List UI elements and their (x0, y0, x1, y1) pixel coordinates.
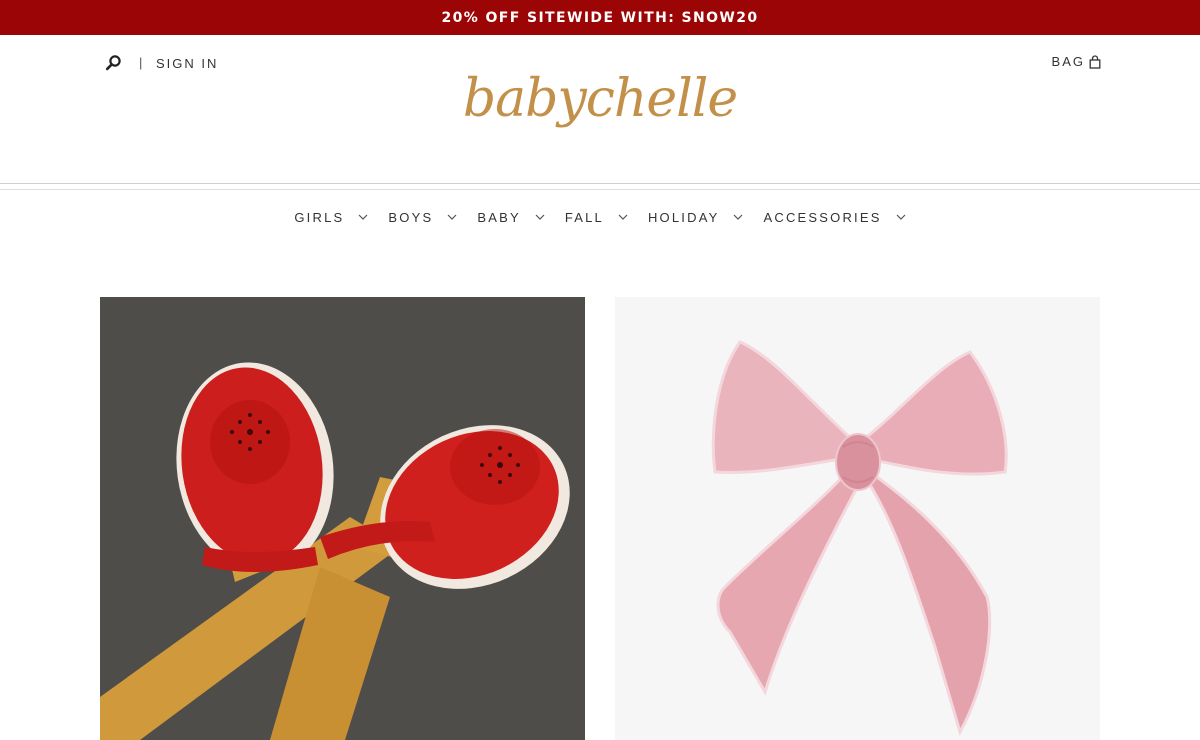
nav-item-baby[interactable]: BABY (477, 209, 545, 225)
nav-item-label: ACCESSORIES (763, 209, 882, 225)
nav-item-accessories[interactable]: ACCESSORIES (763, 209, 906, 225)
red-shoes-illustration (100, 297, 585, 740)
product-image-red-shoes[interactable] (100, 297, 585, 740)
search-icon[interactable] (104, 53, 124, 73)
promo-banner[interactable]: 20% OFF SITEWIDE WITH: SNOW20 (0, 0, 1200, 35)
nav-item-label: HOLIDAY (647, 209, 720, 225)
nav-item-boys[interactable]: BOYS (388, 210, 457, 225)
nav-item-girls[interactable]: GIRLS (294, 210, 368, 225)
sign-in-link[interactable]: SIGN IN (156, 56, 218, 71)
chevron-down-icon (535, 214, 545, 220)
site-logo[interactable]: babychelle (0, 73, 1200, 125)
promo-text: 20% OFF SITEWIDE WITH: SNOW20 (441, 9, 759, 26)
header-divider-line (0, 183, 1200, 184)
site-header: | SIGN IN BAG babychelle (0, 35, 1200, 185)
nav-item-fall[interactable]: FALL (565, 210, 628, 225)
featured-products (100, 297, 1100, 740)
chevron-down-icon (896, 214, 906, 220)
chevron-down-icon (618, 214, 628, 220)
pink-bow-illustration (615, 297, 1100, 740)
main-navigation: GIRLS BOYS BABY FALL HOLIDAY ACCESSORIES (0, 202, 1200, 232)
nav-item-label: GIRLS (294, 209, 345, 225)
nav-item-label: FALL (564, 209, 604, 225)
bag-label: BAG (1051, 54, 1085, 69)
chevron-down-icon (447, 214, 457, 220)
header-divider: | (139, 55, 143, 70)
nav-divider-line (0, 189, 1200, 190)
chevron-down-icon (734, 214, 743, 220)
nav-item-label: BABY (477, 209, 521, 225)
chevron-down-icon (358, 214, 368, 220)
product-image-pink-bow[interactable] (615, 297, 1100, 740)
nav-item-holiday[interactable]: HOLIDAY (648, 210, 744, 225)
bag-button[interactable]: BAG (1052, 54, 1101, 69)
shopping-bag-icon (1089, 54, 1101, 69)
nav-item-label: BOYS (388, 209, 434, 225)
